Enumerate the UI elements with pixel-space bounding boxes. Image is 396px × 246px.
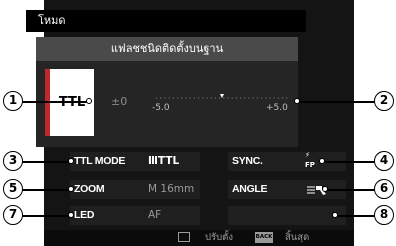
callout-8-dot (332, 212, 338, 218)
end-label: สิ้นสุด (285, 232, 310, 243)
adjust-label: ปรับตั้ง (205, 232, 233, 243)
callout-1-line (22, 101, 88, 103)
led-label: LED (74, 209, 95, 221)
callout-6-line (326, 189, 376, 191)
compensation-scale[interactable]: -5.0 +5.0 (148, 88, 298, 118)
callout-8-line (336, 215, 376, 217)
mode-header: โหมด (26, 10, 306, 32)
callout-5-line (22, 189, 72, 191)
flash-panel-title: แฟลชชนิดติดตั้งบนฐาน (36, 37, 298, 61)
callout-2: 2 (374, 91, 394, 111)
callout-2-line (298, 101, 376, 103)
ttl-mode-value: ⅢTTL (148, 155, 180, 167)
callout-7: 7 (3, 205, 23, 225)
sync-label: SYNC. (232, 155, 263, 167)
callout-4-dot (319, 158, 325, 164)
ttl-mode-label: TTL MODE (74, 155, 126, 167)
callout-3-dot (68, 158, 74, 164)
callout-5: 5 (3, 179, 23, 199)
sync-fp-icon: ⚡ FP (305, 151, 315, 169)
callout-4: 4 (374, 151, 394, 171)
scale-max-label: +5.0 (266, 103, 288, 113)
callout-6: 6 (374, 179, 394, 199)
led-value: AF (148, 209, 162, 221)
callout-6-dot (322, 186, 328, 192)
callout-2-dot (294, 98, 300, 104)
back-icon: BACK (255, 232, 273, 243)
zoom-value: M 16mm (148, 183, 195, 195)
compensation-value: ±0 (111, 95, 128, 108)
callout-7-dot (68, 212, 74, 218)
callout-4-line (322, 161, 376, 163)
scale-min-label: -5.0 (152, 103, 170, 113)
angle-label: ANGLE (232, 183, 268, 195)
zoom-label: ZOOM (74, 183, 105, 195)
callout-1: 1 (3, 91, 23, 111)
menu-icon (178, 232, 190, 242)
callout-7-line (22, 215, 72, 217)
callout-5-dot (68, 186, 74, 192)
empty-setting-row[interactable] (228, 206, 346, 225)
callout-3: 3 (3, 151, 23, 171)
callout-1-dot (86, 98, 92, 104)
callout-3-line (22, 161, 72, 163)
callout-8: 8 (374, 205, 394, 225)
